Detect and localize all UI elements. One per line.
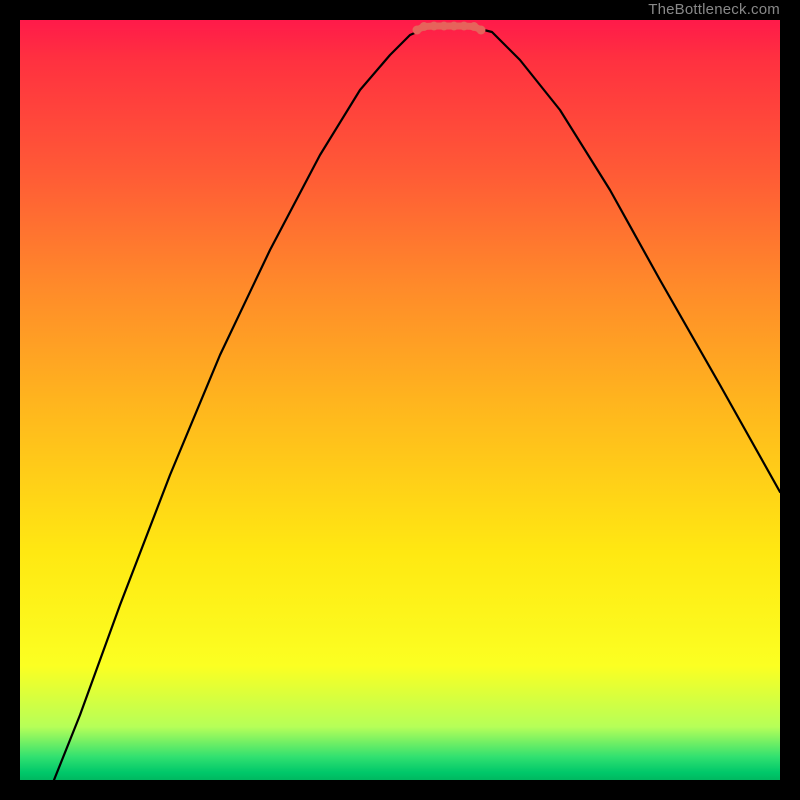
bottleneck-curve [54, 27, 780, 780]
curve-layer [20, 20, 780, 780]
marker-dot [477, 26, 486, 35]
marker-dot [450, 22, 459, 31]
watermark-text: TheBottleneck.com [648, 0, 780, 20]
chart-frame: TheBottleneck.com [0, 0, 800, 800]
marker-dot [420, 22, 429, 31]
marker-dot [430, 22, 439, 31]
plot-area [20, 20, 780, 780]
marker-dot [460, 22, 469, 31]
marker-dot [440, 22, 449, 31]
